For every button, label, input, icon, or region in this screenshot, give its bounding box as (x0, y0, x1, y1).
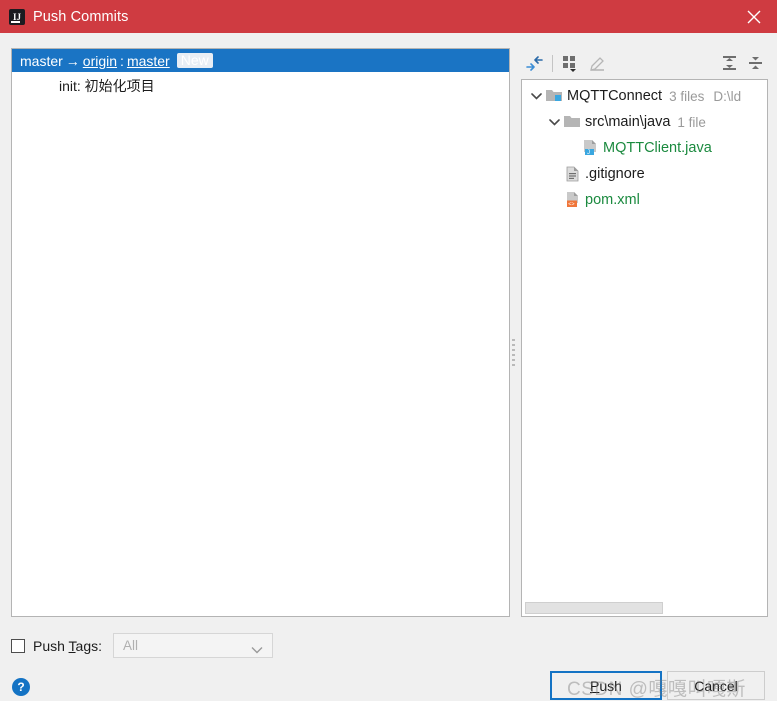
java-file-icon: J (582, 140, 599, 156)
push-button-mnemonic: P (590, 677, 600, 694)
cancel-button-label: Cancel (694, 677, 738, 694)
file-tree[interactable]: MQTTConnect 3 files D:\ld src\main\java (521, 79, 768, 617)
push-target-row[interactable]: master → origin : master New (12, 49, 509, 72)
tree-horizontal-scrollbar[interactable] (523, 601, 767, 615)
tree-node-module[interactable]: MQTTConnect 3 files D:\ld (522, 83, 767, 109)
push-tags-label-post: ags: (75, 637, 103, 654)
push-tags-label-pre: Push (33, 637, 69, 654)
push-button[interactable]: Push (550, 671, 662, 700)
push-tags-mnemonic: T (68, 637, 76, 654)
local-branch-label: master (20, 52, 63, 69)
group-by-icon[interactable] (558, 51, 584, 75)
chevron-down-icon[interactable] (546, 114, 562, 130)
expand-all-icon[interactable] (716, 51, 742, 75)
tree-node-file[interactable]: .gitignore (522, 161, 767, 187)
scrollbar-thumb[interactable] (525, 602, 663, 614)
svg-text:<>: <> (568, 202, 574, 208)
tree-node-label: MQTTConnect (567, 88, 663, 104)
arrow-icon: → (65, 52, 80, 69)
push-button-label: ush (599, 677, 622, 694)
tree-node-label: .gitignore (585, 166, 645, 182)
tree-node-filecount: 3 files (669, 88, 705, 104)
tree-toolbar (521, 48, 768, 78)
tree-node-label: src\main\java (585, 114, 671, 130)
status-badge: New (176, 53, 213, 68)
commit-message[interactable]: init: 初始化项目 (12, 72, 509, 96)
tree-node-path: D:\ld (713, 88, 742, 104)
title-bar: IJ Push Commits (0, 0, 777, 33)
panel-splitter[interactable] (510, 333, 517, 371)
tree-node-label: MQTTClient.java (603, 140, 712, 156)
cancel-button[interactable]: Cancel (667, 671, 765, 700)
intellij-idea-icon: IJ (8, 7, 26, 26)
folder-icon (564, 114, 581, 130)
tree-node-label: pom.xml (585, 192, 640, 208)
push-tags-dropdown-value: All (123, 638, 139, 653)
remote-branch-link[interactable]: master (127, 53, 170, 69)
chevron-down-icon[interactable] (528, 88, 544, 104)
tree-node-file[interactable]: <> pom.xml (522, 187, 767, 213)
push-tags-checkbox[interactable] (11, 638, 25, 653)
remote-link[interactable]: origin (83, 53, 117, 69)
xml-file-icon: <> (564, 192, 581, 208)
tree-node-file[interactable]: J MQTTClient.java (522, 135, 767, 161)
push-tags-label: Push Tags: (33, 638, 102, 654)
window-title: Push Commits (33, 8, 129, 25)
separator-label: : (120, 52, 124, 69)
svg-text:J: J (587, 150, 590, 156)
commit-list-panel[interactable]: master → origin : master New init: 初始化项目 (11, 48, 510, 617)
help-icon[interactable]: ? (12, 678, 30, 696)
edit-source-icon[interactable] (584, 51, 610, 75)
close-icon[interactable] (731, 0, 777, 33)
push-tags-row: Push Tags: All (11, 633, 274, 659)
text-file-icon (564, 166, 581, 182)
tree-node-filecount: 1 file (677, 114, 706, 130)
chevron-down-icon (251, 641, 263, 659)
dialog-body: master → origin : master New init: 初始化项目 (0, 33, 777, 700)
toolbar-divider (552, 54, 553, 72)
push-tags-dropdown[interactable]: All (113, 633, 274, 659)
collapse-changes-icon[interactable] (521, 51, 547, 75)
changed-files-panel: MQTTConnect 3 files D:\ld src\main\java (521, 48, 768, 617)
tree-node-package[interactable]: src\main\java 1 file (522, 109, 767, 135)
module-folder-icon (546, 88, 563, 104)
collapse-all-icon[interactable] (742, 51, 768, 75)
